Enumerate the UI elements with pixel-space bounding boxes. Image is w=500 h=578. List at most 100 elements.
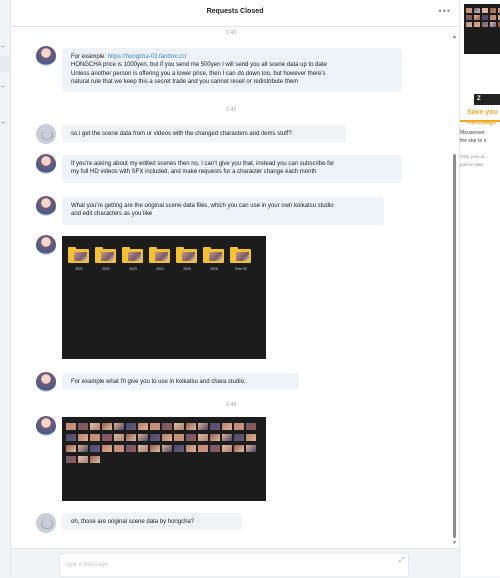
scene-thumbnail bbox=[474, 15, 480, 20]
scene-thumbnail bbox=[222, 423, 232, 430]
folder-icon bbox=[68, 247, 89, 263]
user-avatar[interactable] bbox=[36, 196, 56, 216]
scene-thumbnail bbox=[490, 8, 496, 13]
scene-thumbnail bbox=[186, 445, 196, 452]
message-line: oh, those are original scene data by hon… bbox=[71, 519, 195, 525]
folder-label: 2025 bbox=[183, 267, 191, 271]
message-line: Unless another person is offering you a … bbox=[71, 70, 326, 77]
user-avatar[interactable] bbox=[36, 154, 56, 174]
scene-thumbnail bbox=[78, 456, 88, 463]
timestamp: 1:47 bbox=[225, 107, 237, 113]
scene-thumbnail bbox=[482, 15, 488, 20]
right-panel-tab[interactable]: Z bbox=[474, 94, 500, 105]
scene-thumbnail bbox=[490, 22, 496, 27]
message-input[interactable] bbox=[59, 553, 409, 577]
composer: ⤢ bbox=[11, 548, 459, 578]
scene-thumbnail bbox=[246, 423, 256, 430]
message-bubble: For example: https://hongcha-03.fanbox.c… bbox=[62, 48, 402, 92]
scrollbar-thumb[interactable] bbox=[453, 154, 456, 538]
scrollbar[interactable]: ▲ ▼ bbox=[452, 34, 458, 546]
scene-thumbnail bbox=[102, 423, 112, 430]
message-list: 1:43 For example: https://hongcha-03.fan… bbox=[11, 26, 459, 548]
message-text: For example: bbox=[71, 54, 108, 60]
scene-thumbnail bbox=[66, 423, 76, 430]
scene-thumbnail bbox=[150, 434, 160, 441]
heading-line: message bbox=[467, 119, 497, 126]
scroll-up-arrow-icon[interactable]: ▲ bbox=[452, 34, 457, 40]
scene-thumbnail bbox=[222, 434, 232, 441]
help-line: Mouseover bbox=[460, 130, 485, 136]
chat-panel: Requests Closed ••• 1:43 For example: ht… bbox=[11, 0, 459, 578]
folder-icon bbox=[230, 247, 251, 263]
message-line: and edit characters as you like bbox=[71, 211, 153, 218]
preview-image[interactable] bbox=[464, 4, 500, 54]
message-line: my full HD videos with SFX included, and… bbox=[71, 169, 317, 176]
scene-thumbnail bbox=[198, 445, 208, 452]
folder-icon bbox=[95, 247, 116, 263]
user-avatar[interactable] bbox=[36, 416, 56, 436]
scene-thumbnail bbox=[102, 434, 112, 441]
scene-thumbnail bbox=[162, 434, 172, 441]
default-avatar[interactable] bbox=[36, 513, 56, 533]
user-avatar[interactable] bbox=[36, 372, 56, 392]
folder-label: 2023 bbox=[129, 267, 137, 271]
message-line: HONGCHA price is 1000yen, but if you sen… bbox=[71, 62, 327, 69]
message-line: so i get the scene data from ur videos w… bbox=[71, 131, 292, 137]
message-bubble: If you're asking about my edited scenes … bbox=[62, 155, 402, 183]
scene-thumbnail bbox=[246, 434, 256, 441]
note-line: you've starr bbox=[460, 162, 484, 167]
user-avatar[interactable] bbox=[36, 46, 56, 66]
folder-icon bbox=[203, 247, 224, 263]
scene-thumbnail bbox=[114, 434, 124, 441]
scene-thumbnail bbox=[174, 445, 184, 452]
scene-thumbnail bbox=[474, 22, 480, 27]
message-bubble: What you're getting are the original sce… bbox=[62, 197, 384, 225]
scene-thumbnail bbox=[482, 22, 488, 27]
scene-thumbnail bbox=[66, 434, 76, 441]
scene-thumbnail bbox=[90, 434, 100, 441]
message-bubble: oh, those are original scene data by hon… bbox=[62, 513, 242, 530]
scene-thumbnail bbox=[210, 434, 220, 441]
left-sidebar-mark bbox=[1, 86, 5, 87]
message-line: For example what I'll give you to use in… bbox=[71, 379, 246, 385]
user-avatar[interactable] bbox=[36, 235, 56, 255]
chat-header: Requests Closed ••• bbox=[11, 0, 459, 27]
message-line: For example: https://hongcha-03.fanbox.c… bbox=[71, 53, 393, 61]
timestamp: 1:49 bbox=[225, 402, 237, 408]
right-panel: Z Save you message Mouseover the star to… bbox=[459, 0, 500, 577]
scene-thumbnail bbox=[102, 445, 112, 452]
scene-thumbnail bbox=[210, 445, 220, 452]
left-sidebar-selected-item[interactable] bbox=[0, 56, 9, 72]
scene-thumbnail bbox=[138, 423, 148, 430]
folder-screenshot-image[interactable]: 2021 2022 2023 2024 2025 2026 Free 02 bbox=[62, 236, 266, 359]
left-sidebar-edge bbox=[0, 0, 11, 577]
scene-thumbnail bbox=[90, 456, 100, 463]
scene-thumbnail bbox=[234, 445, 244, 452]
folder-label: 2024 bbox=[156, 267, 164, 271]
message-line: natural rule that we keep this a secret … bbox=[71, 79, 299, 86]
folder-label: 2026 bbox=[210, 267, 218, 271]
scene-thumbnail bbox=[114, 445, 124, 452]
scene-thumbnail bbox=[234, 434, 244, 441]
scene-thumbnail bbox=[198, 423, 208, 430]
folder-label: 2021 bbox=[75, 267, 83, 271]
scene-thumbnail bbox=[234, 423, 244, 430]
scene-thumbnail bbox=[490, 15, 496, 20]
chat-title: Requests Closed bbox=[206, 8, 264, 15]
default-avatar[interactable] bbox=[36, 124, 56, 144]
help-line: the star to s bbox=[460, 138, 487, 144]
scene-thumbnail bbox=[78, 423, 88, 430]
scroll-down-arrow-icon[interactable]: ▼ bbox=[452, 540, 457, 546]
folder-label: Free 02 bbox=[235, 267, 247, 271]
more-dots-icon[interactable]: ••• bbox=[439, 6, 451, 16]
scene-thumbnails-image[interactable] bbox=[62, 417, 266, 501]
folder-icon bbox=[149, 247, 170, 263]
timestamp: 1:43 bbox=[225, 30, 237, 36]
scene-thumbnail bbox=[90, 445, 100, 452]
fanbox-link[interactable]: https://hongcha-03.fanbox.cc/ bbox=[108, 54, 187, 60]
scene-thumbnail bbox=[66, 445, 76, 452]
note-text: Only you ca you've starr bbox=[460, 153, 500, 169]
message-line: What you're getting are the original sce… bbox=[71, 203, 334, 209]
expand-icon[interactable]: ⤢ bbox=[399, 557, 405, 565]
scene-thumbnail bbox=[222, 445, 232, 452]
